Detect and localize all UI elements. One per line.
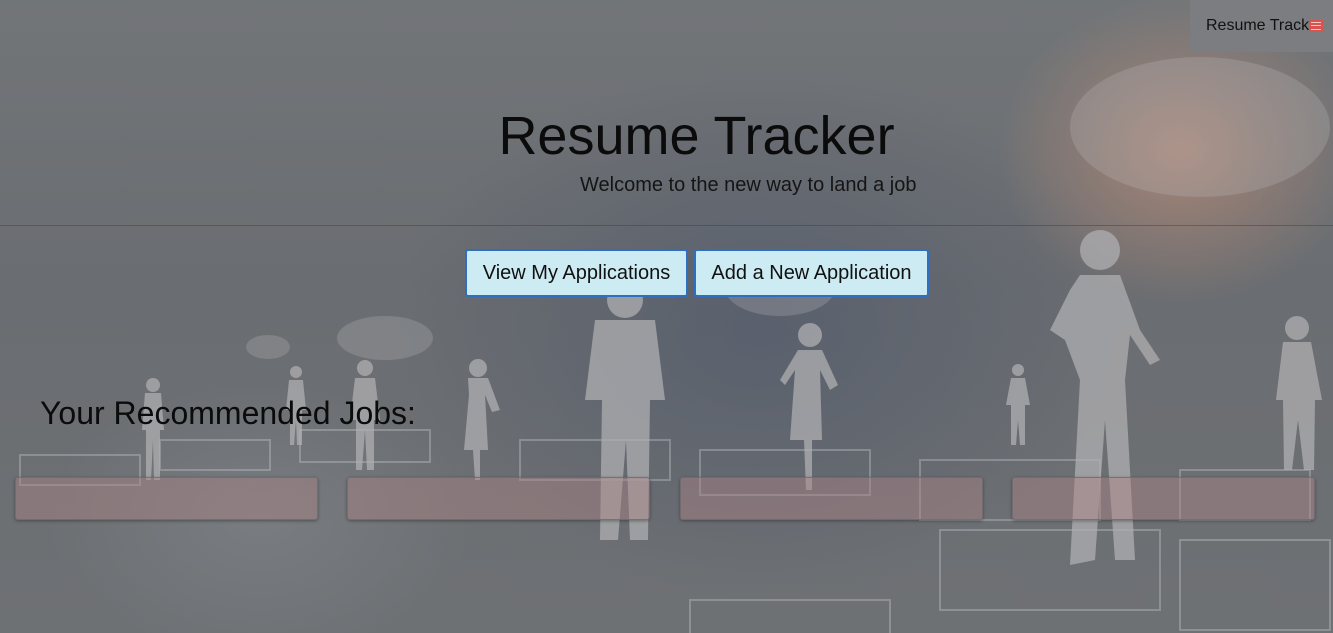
recommended-jobs-heading: Your Recommended Jobs:: [40, 395, 416, 431]
action-buttons: View My Applications Add a New Applicati…: [465, 249, 929, 297]
page-header: Resume Tracker Welcome to the new way to…: [0, 0, 1333, 226]
view-applications-button[interactable]: View My Applications: [465, 249, 688, 297]
page-subtitle: Welcome to the new way to land a job: [580, 174, 917, 196]
job-card[interactable]: [347, 477, 650, 520]
job-card[interactable]: [680, 477, 983, 520]
page-title: Resume Tracker: [498, 106, 895, 166]
job-card[interactable]: [1012, 477, 1315, 520]
recommended-jobs-list: [15, 477, 1315, 520]
add-application-button[interactable]: Add a New Application: [694, 249, 929, 297]
job-card[interactable]: [15, 477, 318, 520]
